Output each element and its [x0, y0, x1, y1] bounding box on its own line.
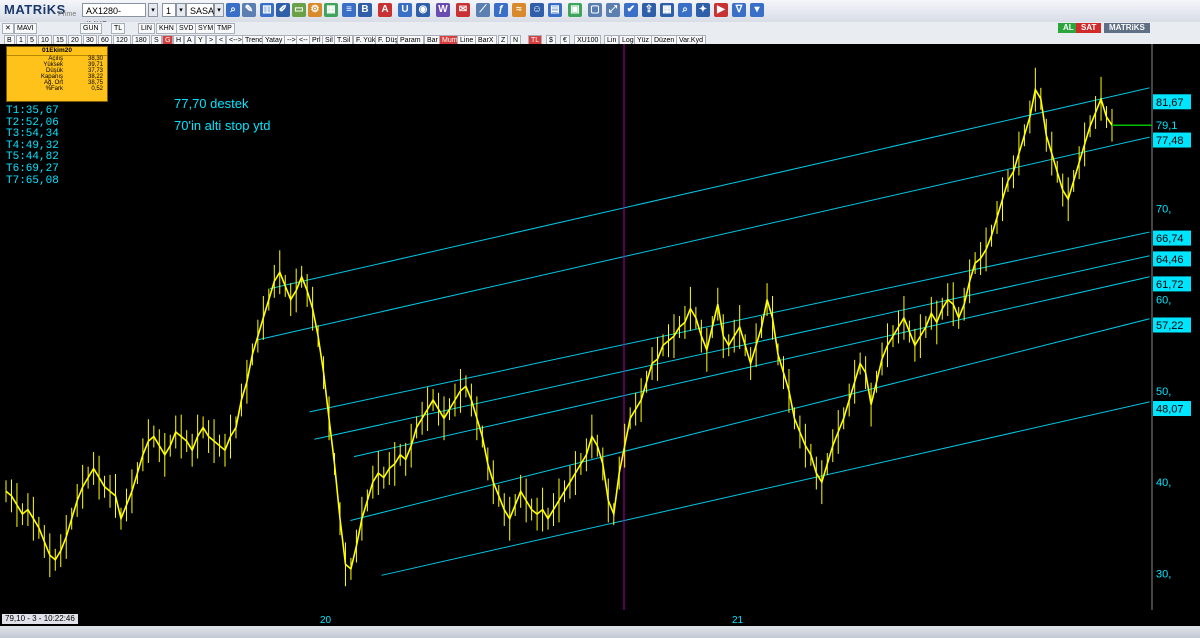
bold-icon[interactable]: B — [358, 3, 372, 17]
list-icon[interactable]: ≡ — [342, 3, 356, 17]
alert-icon[interactable]: ✔ — [624, 3, 638, 17]
news-icon[interactable]: ◉ — [416, 3, 430, 17]
main-toolbar: MATRiKS Prime AX1280-IMKB_ ▾ 1 ▾ SASA ▾ … — [0, 0, 1200, 30]
brand-text: MATRiKS — [4, 2, 66, 17]
zoom-icon[interactable]: ⌕ — [226, 3, 240, 17]
brand-button[interactable]: MATRiKS — [1104, 23, 1150, 33]
upload-icon[interactable]: ⇪ — [642, 3, 656, 17]
stats-icon[interactable]: ≈ — [512, 3, 526, 17]
tab-lin[interactable]: LIN — [138, 23, 155, 34]
target-t6: T6:69,27 — [6, 162, 59, 175]
underline-icon[interactable]: U — [398, 3, 412, 17]
tab-sym[interactable]: SYM — [195, 23, 217, 34]
template-select[interactable]: AX1280-IMKB_ — [82, 3, 146, 30]
y-tick-label: 40, — [1156, 477, 1171, 489]
chart-icon[interactable]: ▥ — [260, 3, 274, 17]
price-label: 81,67 — [1156, 97, 1184, 109]
period-select[interactable]: 1 — [162, 3, 176, 17]
y-tick-label: 50, — [1156, 386, 1171, 398]
symbol-input[interactable]: SASA — [186, 3, 214, 17]
ohlc-infobox: 01Ekim20 Açılış 38,30 Yüksek 39,71 Düşük 37… — [6, 46, 108, 102]
x-label-20: 20 — [320, 615, 332, 626]
portfolio-icon[interactable]: ▣ — [568, 3, 582, 17]
period-dropdown-icon[interactable]: ▾ — [176, 3, 186, 17]
search2-icon[interactable]: ⌕ — [678, 3, 692, 17]
infobox-row: %Fark 0,52 — [45, 86, 103, 93]
price-label: 48,07 — [1156, 404, 1184, 416]
calculator-icon[interactable]: ▦ — [660, 3, 674, 17]
report-icon[interactable]: W — [436, 3, 450, 17]
price-label: 77,48 — [1156, 135, 1184, 147]
drawing-icon[interactable]: ✐ — [276, 3, 290, 17]
y-tick-label: 30, — [1156, 568, 1171, 580]
sell-button[interactable]: SAT — [1076, 23, 1102, 33]
tab-tl[interactable]: TL — [111, 23, 126, 34]
x-label-21: 21 — [732, 615, 744, 626]
price-label: 66,74 — [1156, 233, 1184, 245]
price-label: 79,1 — [1156, 120, 1177, 132]
calendar-icon[interactable]: ▤ — [548, 3, 562, 17]
price-label: 61,72 — [1156, 279, 1184, 291]
settings-icon[interactable]: ⚙ — [308, 3, 322, 17]
window-icon[interactable]: ▢ — [588, 3, 602, 17]
tab-khn[interactable]: KHN — [156, 23, 177, 34]
target-t7: T7:65,08 — [6, 174, 59, 187]
price-label: 64,46 — [1156, 254, 1184, 266]
brand-sub: Prime — [58, 11, 77, 18]
symbol-dropdown-icon[interactable]: ▾ — [214, 3, 224, 17]
font-icon[interactable]: A — [378, 3, 392, 17]
formula-icon[interactable]: ƒ — [494, 3, 508, 17]
mail-icon[interactable]: ✉ — [456, 3, 470, 17]
target-list: T1:35,67 T2:52,06 T3:54,34 T4:49,32 T5:4… — [6, 105, 59, 187]
status-readout: 79,10 - 3 - 10:22:46 — [2, 614, 78, 624]
template-dropdown-icon[interactable]: ▾ — [148, 3, 158, 17]
grid-icon[interactable]: ▦ — [324, 3, 338, 17]
monitor-icon[interactable]: ▭ — [292, 3, 306, 17]
bottom-strip — [0, 626, 1200, 638]
infobox-date: 01Ekim20 — [7, 47, 107, 56]
tab-gun[interactable]: GUN — [80, 23, 102, 34]
matriks-logo: MATRiKS Prime — [4, 2, 76, 20]
tab-tmp[interactable]: TMP — [214, 23, 235, 34]
close-icon[interactable]: ✕ — [2, 23, 14, 34]
video-icon[interactable]: ▶ — [714, 3, 728, 17]
note-support: 77,70 destek — [174, 96, 249, 111]
y-tick-label: 70, — [1156, 203, 1171, 215]
note-stop: 70'in alti stop ytd — [174, 118, 271, 133]
price-label: 57,22 — [1156, 320, 1184, 332]
resize-icon[interactable]: ⤢ — [606, 3, 620, 17]
filter-icon[interactable]: ∇ — [732, 3, 746, 17]
y-tick-label: 60, — [1156, 295, 1171, 307]
twitter-icon[interactable]: ✦ — [696, 3, 710, 17]
more-icon[interactable]: ▾ — [750, 3, 764, 17]
trend-icon[interactable]: ⟋ — [476, 3, 490, 17]
users-icon[interactable]: ☺ — [530, 3, 544, 17]
tools-icon[interactable]: ✎ — [242, 3, 256, 17]
target-t1: T1:35,67 — [6, 105, 59, 117]
tab-svd[interactable]: SVD — [176, 23, 197, 34]
tab-mavi[interactable]: MAVI — [14, 23, 37, 34]
